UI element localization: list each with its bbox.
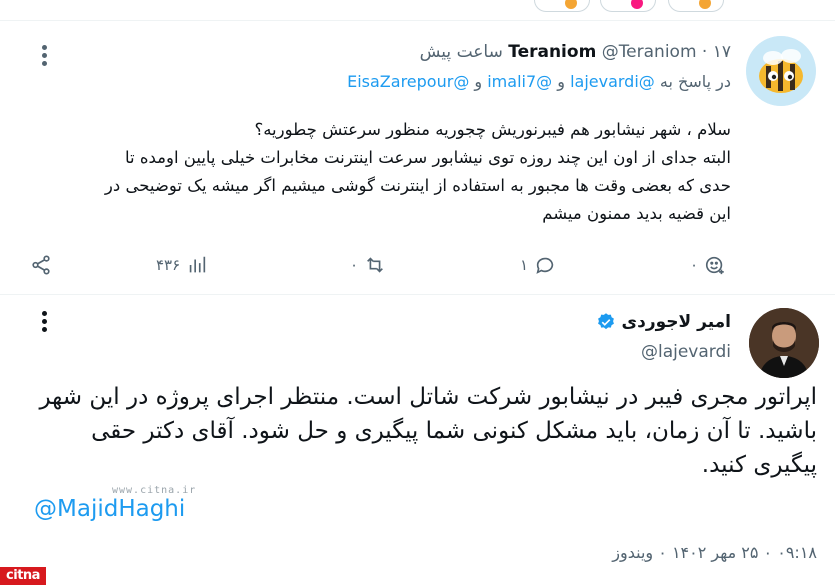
display-name[interactable]: امیر لاجوردی — [622, 312, 731, 332]
views-button[interactable]: ۴۳۶ — [156, 252, 208, 278]
avatar[interactable] — [749, 308, 819, 378]
separator-dot: · — [701, 42, 713, 62]
person-avatar-icon — [749, 308, 819, 378]
like-count: ۰ — [690, 256, 699, 274]
bee-avatar-icon — [746, 36, 816, 106]
more-icon[interactable] — [36, 308, 52, 334]
tweet-text: سلام ، شهر نیشابور هم فیبرنوریش چجوریه م… — [31, 116, 731, 228]
reply-tweet[interactable]: Teraniom @Teraniom · ۱۷ ساعت پیش در پاسخ… — [0, 20, 835, 294]
tweet-text-line: البته جدای از اون این چند روزه توی نیشاب… — [124, 148, 731, 167]
verified-icon — [597, 313, 614, 330]
mention-link[interactable]: @MajidHaghi — [34, 496, 185, 522]
tweet-text-line: باشید. تا آن زمان، باید مشکل کنونی شما پ… — [91, 418, 817, 444]
tweet-text-line: اپراتور مجری فیبر در نیشابور شرکت شاتل ا… — [39, 384, 817, 410]
views-icon — [189, 256, 206, 273]
handle[interactable]: @Teraniom — [602, 42, 697, 62]
tweet-text-line: پیگیری کنید. — [701, 452, 817, 478]
reply-button[interactable]: ۱ — [520, 252, 556, 278]
tweet-timestamp[interactable]: ۰۹:۱۸ ۰ ۲۵ مهر ۱۴۰۲ ۰ ویندوز — [612, 543, 817, 562]
like-button[interactable]: ۰ — [690, 252, 726, 278]
display-name-row: امیر لاجوردی — [596, 312, 731, 332]
conjunction: و — [474, 72, 483, 91]
reaction-pill-2[interactable] — [600, 0, 656, 12]
mention-link[interactable]: @lajevardi — [570, 72, 655, 91]
tweet-text-line: سلام ، شهر نیشابور هم فیبرنوریش چجوریه م… — [254, 120, 731, 139]
reply-count: ۱ — [520, 256, 529, 274]
tweet-text: اپراتور مجری فیبر در نیشابور شرکت شاتل ا… — [17, 380, 817, 482]
share-icon — [32, 255, 50, 275]
main-tweet[interactable]: امیر لاجوردی @lajevardi اپراتور مجری فیب… — [0, 294, 835, 585]
tweet-text-line: این قضیه بدید ممنون میشم — [542, 204, 731, 223]
reaction-pill-1[interactable] — [534, 0, 590, 12]
replying-to: در پاسخ به @lajevardi و @imali7 و @EisaZ… — [347, 72, 731, 91]
citna-logo: citna — [0, 567, 46, 585]
reply-icon — [536, 257, 554, 274]
retweet-count: ۰ — [350, 256, 359, 274]
thumbs-up-emoji-icon — [699, 0, 711, 9]
like-icon — [705, 256, 724, 275]
retweet-icon — [367, 257, 383, 273]
avatar[interactable] — [746, 36, 816, 106]
more-icon[interactable] — [36, 42, 52, 68]
conjunction: و — [557, 72, 565, 91]
reply-tweet-header: Teraniom @Teraniom · ۱۷ ساعت پیش — [420, 42, 731, 62]
handle[interactable]: @lajevardi — [641, 342, 731, 362]
reaction-strip — [520, 0, 740, 14]
action-bar: ۴۳۶ ۰ ۱ ۰ — [30, 252, 730, 278]
mention-link[interactable]: @imali7 — [487, 72, 552, 91]
retweet-button[interactable]: ۰ — [350, 252, 386, 278]
mention-link[interactable]: @EisaZarepour — [347, 72, 469, 91]
views-count: ۴۳۶ — [156, 256, 181, 274]
display-name[interactable]: Teraniom — [508, 42, 596, 62]
share-button[interactable] — [30, 252, 52, 278]
heart-emoji-icon — [631, 0, 643, 9]
watermark: www.citna.ir — [112, 485, 197, 496]
tweet-text-line: حدی که بعضی وقت ها مجبور به استفاده از ا… — [104, 176, 731, 195]
replying-to-prefix: در پاسخ به — [659, 72, 731, 91]
reaction-pill-3[interactable] — [668, 0, 724, 12]
laugh-emoji-icon — [565, 0, 577, 9]
